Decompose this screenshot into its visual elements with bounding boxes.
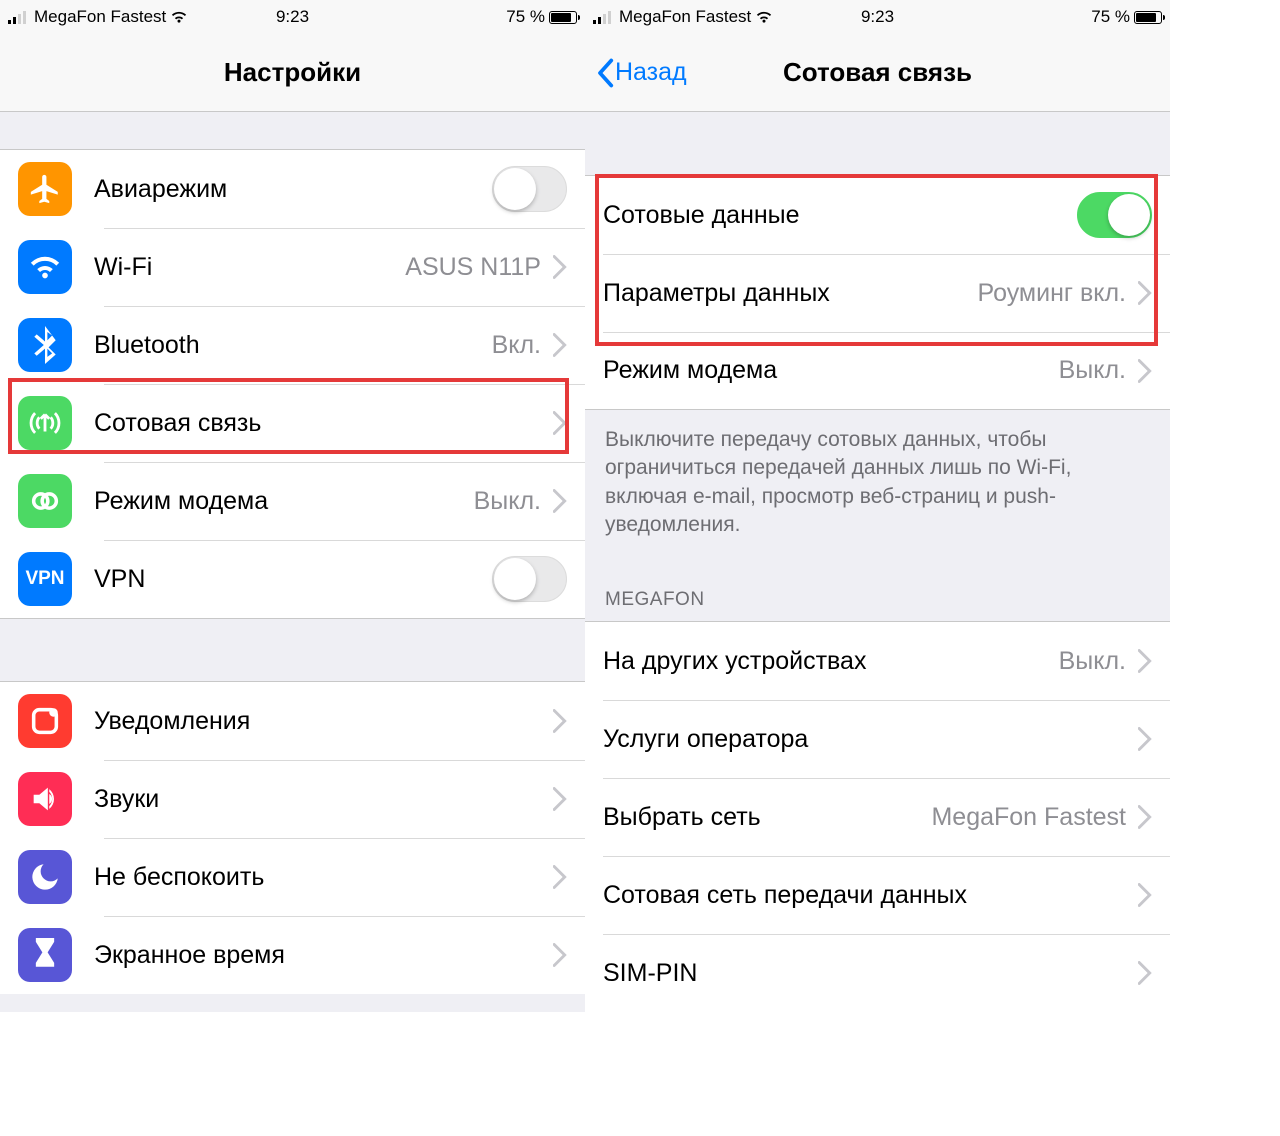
row-other-devices[interactable]: На других устройствах Выкл. xyxy=(585,622,1170,700)
sounds-label: Звуки xyxy=(94,785,541,814)
group-megafon: На других устройствах Выкл. Услуги опера… xyxy=(585,621,1170,1012)
chevron-icon xyxy=(1138,961,1152,985)
chevron-icon xyxy=(553,333,567,357)
hotspot-label: Режим модема xyxy=(94,487,466,516)
wifi-value: ASUS N11P xyxy=(405,253,541,282)
row-dnd[interactable]: Не беспокоить xyxy=(0,838,585,916)
clock: 9:23 xyxy=(585,7,1170,27)
bluetooth-label: Bluetooth xyxy=(94,331,484,360)
row-notifications[interactable]: Уведомления xyxy=(0,682,585,760)
row-sim-pin[interactable]: SIM-PIN xyxy=(585,934,1170,1012)
vpn-icon: VPN xyxy=(18,552,72,606)
chevron-icon xyxy=(1138,649,1152,673)
airplane-label: Авиарежим xyxy=(94,175,492,204)
bluetooth-value: Вкл. xyxy=(492,331,541,360)
chevron-icon xyxy=(553,255,567,279)
row-vpn[interactable]: VPN VPN xyxy=(0,540,585,618)
cell-data-toggle[interactable] xyxy=(1077,192,1152,238)
row-wifi[interactable]: Wi-Fi ASUS N11P xyxy=(0,228,585,306)
row-cell-data[interactable]: Сотовые данные xyxy=(585,176,1170,254)
airplane-icon xyxy=(18,162,72,216)
back-button[interactable]: Назад xyxy=(595,58,687,88)
nav-header: Назад Сотовая связь xyxy=(585,34,1170,112)
section-megafon: MEGAFON xyxy=(585,559,1170,621)
other-devices-label: На других устройствах xyxy=(603,647,1051,676)
row-hotspot[interactable]: Режим модема Выкл. xyxy=(585,332,1170,410)
back-label: Назад xyxy=(615,58,687,87)
chevron-icon xyxy=(553,411,567,435)
row-cellular[interactable]: Сотовая связь xyxy=(0,384,585,462)
bluetooth-icon xyxy=(18,318,72,372)
battery-icon xyxy=(549,11,577,24)
chevron-icon xyxy=(1138,727,1152,751)
chevron-icon xyxy=(1138,281,1152,305)
cellular-label: Сотовая связь xyxy=(94,409,541,438)
other-devices-value: Выкл. xyxy=(1059,647,1126,676)
chevron-icon xyxy=(553,709,567,733)
chevron-icon xyxy=(1138,359,1152,383)
select-network-label: Выбрать сеть xyxy=(603,803,923,832)
chevron-icon xyxy=(553,489,567,513)
page-title: Настройки xyxy=(0,57,585,88)
sim-pin-label: SIM-PIN xyxy=(603,959,1126,988)
vpn-label: VPN xyxy=(94,565,492,594)
chevron-icon xyxy=(553,865,567,889)
select-network-value: MegaFon Fastest xyxy=(931,803,1126,832)
chevron-icon xyxy=(1138,805,1152,829)
hotspot-label: Режим модема xyxy=(603,356,1051,385)
chevron-icon xyxy=(1138,883,1152,907)
hotspot-value: Выкл. xyxy=(474,487,541,516)
row-hotspot[interactable]: Режим модема Выкл. xyxy=(0,462,585,540)
hotspot-value: Выкл. xyxy=(1059,356,1126,385)
sounds-icon xyxy=(18,772,72,826)
status-bar: MegaFon Fastest 9:23 75 % xyxy=(585,0,1170,34)
row-carrier-services[interactable]: Услуги оператора xyxy=(585,700,1170,778)
clock: 9:23 xyxy=(0,7,585,27)
screentime-label: Экранное время xyxy=(94,941,541,970)
wifi-row-icon xyxy=(18,240,72,294)
dnd-label: Не беспокоить xyxy=(94,863,541,892)
row-select-network[interactable]: Выбрать сеть MegaFon Fastest xyxy=(585,778,1170,856)
dnd-icon xyxy=(18,850,72,904)
row-airplane[interactable]: Авиарежим xyxy=(0,150,585,228)
airplane-toggle[interactable] xyxy=(492,166,567,212)
screen-settings: MegaFon Fastest 9:23 75 % Настройки Авиа… xyxy=(0,0,585,1012)
notifications-label: Уведомления xyxy=(94,707,541,736)
row-data-params[interactable]: Параметры данных Роуминг вкл. xyxy=(585,254,1170,332)
group-alerts: Уведомления Звуки Не беспокоить Экранное… xyxy=(0,681,585,994)
cell-data-note: Выключите передачу сотовых данных, чтобы… xyxy=(585,410,1170,559)
notifications-icon xyxy=(18,694,72,748)
data-params-label: Параметры данных xyxy=(603,279,970,308)
carrier-services-label: Услуги оператора xyxy=(603,725,1126,754)
chevron-icon xyxy=(553,943,567,967)
hotspot-icon xyxy=(18,474,72,528)
chevron-icon xyxy=(553,787,567,811)
screen-cellular: MegaFon Fastest 9:23 75 % Назад Сотовая … xyxy=(585,0,1170,1012)
row-sounds[interactable]: Звуки xyxy=(0,760,585,838)
cell-data-label: Сотовые данные xyxy=(603,201,1077,230)
status-bar: MegaFon Fastest 9:23 75 % xyxy=(0,0,585,34)
nav-header: Настройки xyxy=(0,34,585,112)
data-params-value: Роуминг вкл. xyxy=(978,279,1126,308)
group-cell-main: Сотовые данные Параметры данных Роуминг … xyxy=(585,176,1170,410)
vpn-toggle[interactable] xyxy=(492,556,567,602)
cellular-icon xyxy=(18,396,72,450)
cell-network-label: Сотовая сеть передачи данных xyxy=(603,881,1126,910)
battery-icon xyxy=(1134,11,1162,24)
screentime-icon xyxy=(18,928,72,982)
row-cell-network[interactable]: Сотовая сеть передачи данных xyxy=(585,856,1170,934)
row-screentime[interactable]: Экранное время xyxy=(0,916,585,994)
group-connectivity: Авиарежим Wi-Fi ASUS N11P Bluetooth Вкл.… xyxy=(0,150,585,619)
wifi-label: Wi-Fi xyxy=(94,253,397,282)
row-bluetooth[interactable]: Bluetooth Вкл. xyxy=(0,306,585,384)
